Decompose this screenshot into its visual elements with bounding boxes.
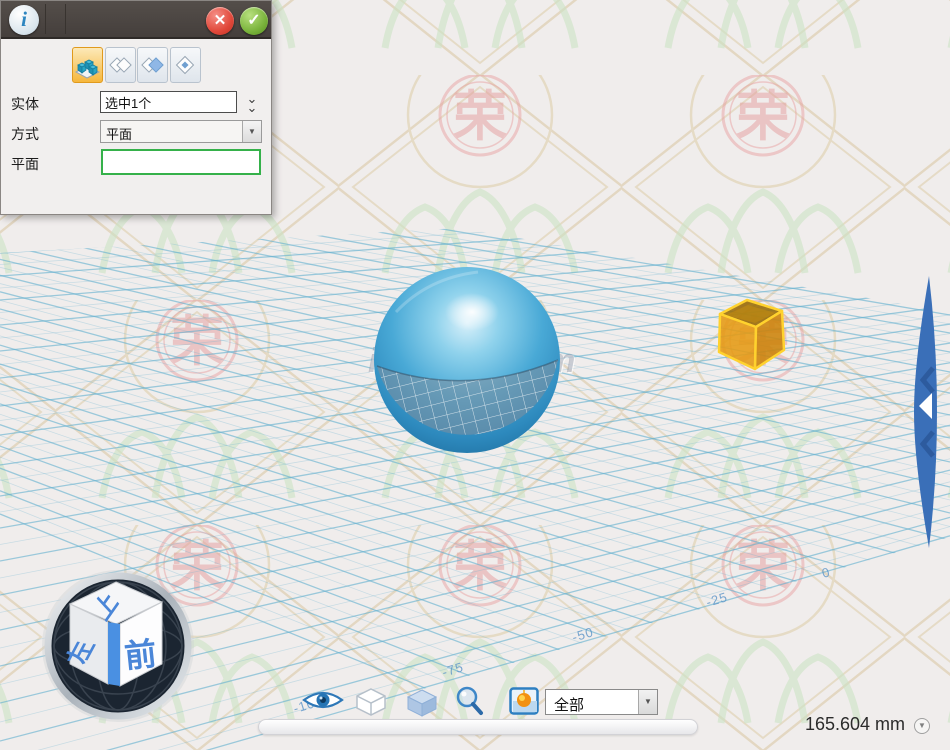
toolbar-grip-bar[interactable] (258, 719, 698, 735)
wireframe-display-button[interactable] (354, 687, 388, 717)
measurement-readout: 165.604 mm (805, 714, 905, 735)
expand-chevrons-icon[interactable]: ⌄⌄ (242, 93, 262, 113)
white-blue-diamond-icon (138, 48, 167, 82)
diamond-with-dot-icon (171, 48, 200, 82)
mode-diamond-dot-button[interactable] (170, 47, 201, 83)
zoom-icon (458, 688, 481, 713)
plane-input[interactable] (101, 149, 261, 175)
wireframe-cube-icon (357, 689, 385, 715)
two-white-diamonds-icon (106, 48, 135, 82)
sphere-object[interactable] (368, 260, 568, 460)
grid-label: 0 (820, 564, 832, 581)
render-mode-button[interactable] (509, 687, 539, 716)
mode-white-blue-diamond-button[interactable] (137, 47, 168, 83)
grid-label: -25 (704, 589, 729, 610)
plane-field-label: 平面 (11, 154, 39, 174)
3d-viewport[interactable]: 荣 0 -25 -50 -75 -100 i3DOne.com (0, 0, 950, 750)
filter-dropdown-value: 全部 (554, 694, 584, 715)
chevron-down-icon[interactable]: ▼ (638, 690, 657, 714)
grid-label: -50 (570, 624, 595, 645)
visibility-button[interactable] (300, 686, 346, 714)
view-cube-front-label[interactable]: 前 (123, 635, 159, 674)
method-field-label: 方式 (11, 124, 39, 144)
unit-chevron-icon[interactable]: ▼ (914, 718, 930, 734)
dialog-titlebar[interactable]: i ✕ ✓ (1, 1, 271, 39)
cube-object[interactable] (712, 294, 792, 376)
zoom-button[interactable] (452, 685, 486, 717)
command-dialog: i ✕ ✓ (0, 0, 272, 215)
shaded-display-button[interactable] (404, 688, 440, 718)
cancel-button[interactable]: ✕ (206, 7, 234, 35)
entity-field-label: 实体 (11, 94, 39, 114)
view-cube-highlighted-edge (108, 622, 120, 686)
filter-dropdown[interactable]: 全部 ▼ (545, 689, 658, 715)
view-cube[interactable]: 上 左 前 (38, 568, 198, 728)
combine-blocks-icon (73, 48, 102, 82)
info-icon[interactable]: i (9, 5, 39, 35)
mode-two-diamonds-button[interactable] (105, 47, 136, 83)
render-mode-icon (511, 689, 538, 714)
grid-label: -75 (440, 659, 465, 680)
mode-combine-blocks-button[interactable] (72, 47, 103, 83)
panel-flyout-arrow[interactable] (902, 272, 946, 552)
entity-input[interactable] (100, 91, 237, 113)
chevron-down-icon[interactable]: ▼ (242, 121, 261, 142)
method-dropdown[interactable]: 平面 ▼ (100, 120, 262, 143)
method-dropdown-value: 平面 (106, 124, 132, 143)
solid-cube-icon (408, 690, 436, 716)
confirm-button[interactable]: ✓ (240, 7, 268, 35)
